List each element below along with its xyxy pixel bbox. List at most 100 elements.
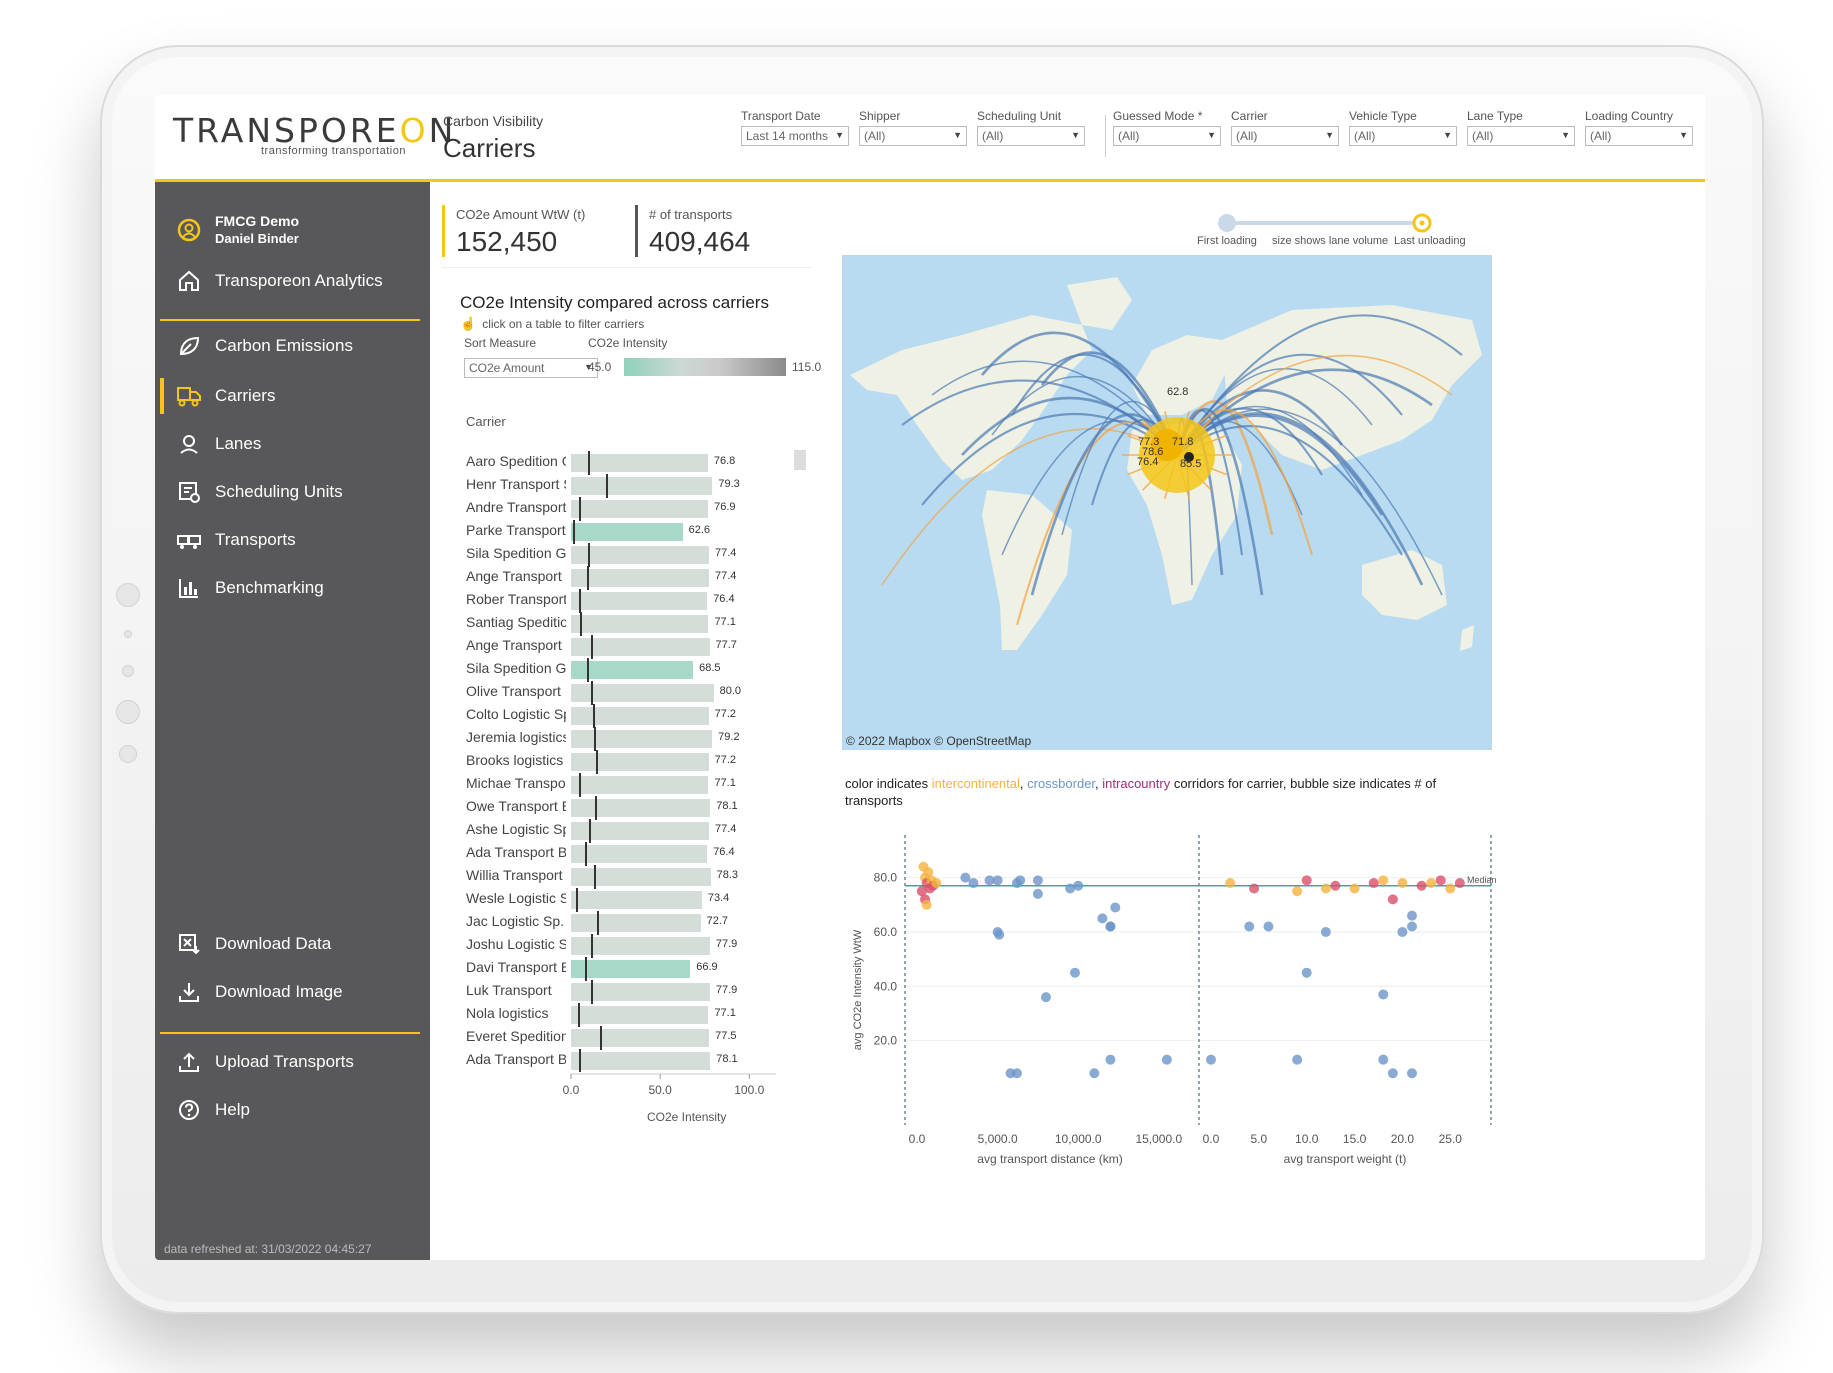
carrier-row[interactable]: Nola logistics 77.1: [466, 1002, 806, 1027]
carrier-bar[interactable]: [571, 569, 709, 587]
carrier-name: Brooks logistics: [466, 752, 564, 768]
scatter-point: [1454, 878, 1465, 889]
carrier-bar[interactable]: [571, 822, 709, 840]
scatter-chart[interactable]: avg CO2e Intensity WtW 20.0 40.0 60.0 80.0 Me…: [827, 815, 1497, 1253]
carrier-row[interactable]: Ashe Logistic Sp. 77.4: [466, 818, 806, 843]
carrier-bar[interactable]: [571, 730, 713, 748]
scatter-y-tick-label: 60.0: [874, 925, 898, 939]
scatter-point: [1407, 910, 1417, 921]
carrier-bar[interactable]: [571, 523, 683, 541]
filter-select[interactable]: (All) ▼: [1349, 126, 1457, 146]
carrier-bar[interactable]: [571, 592, 708, 610]
nav-transporeon-analytics[interactable]: Transporeon Analytics: [175, 267, 383, 295]
carrier-row[interactable]: Everet Spedition 77.5: [466, 1025, 806, 1050]
carrier-bar[interactable]: [571, 1006, 709, 1024]
carrier-bar[interactable]: [571, 845, 708, 863]
download-data-button[interactable]: Download Data: [175, 930, 331, 958]
carrier-row[interactable]: Willia Transport 78.3: [466, 864, 806, 889]
carrier-row[interactable]: Sila Spedition Gm 77.4: [466, 542, 806, 567]
carrier-bar[interactable]: [571, 891, 702, 909]
carrier-value-label: 77.1: [714, 616, 736, 628]
carrier-bar[interactable]: [571, 477, 713, 495]
carrier-row[interactable]: Colto Logistic Sp. 77.2: [466, 703, 806, 728]
nav-transports[interactable]: Transports: [175, 526, 296, 554]
legend-intercontinental[interactable]: intercontinental: [932, 776, 1020, 791]
scatter-point: [931, 878, 942, 889]
carrier-row[interactable]: Ange Transport L 77.7: [466, 634, 806, 659]
scatter-x-tick-label: 10.0: [1295, 1132, 1319, 1146]
carrier-bar[interactable]: [571, 753, 709, 771]
carrier-row[interactable]: Andre Transport 76.9: [466, 496, 806, 521]
carrier-bar[interactable]: [571, 914, 701, 932]
logo-tagline: transforming transportation: [261, 145, 406, 157]
user-icon: [175, 216, 203, 244]
carrier-row[interactable]: Ada Transport B.V 76.4: [466, 841, 806, 866]
carrier-row[interactable]: Jeremia logistics 79.2: [466, 726, 806, 751]
carrier-median-marker: [585, 842, 587, 866]
carrier-row[interactable]: Aaro Spedition Gr 76.8: [466, 450, 806, 475]
carrier-row[interactable]: Michae Transport 77.1: [466, 772, 806, 797]
carrier-bar[interactable]: [571, 707, 709, 725]
help-button[interactable]: Help: [175, 1096, 250, 1124]
carrier-bar[interactable]: [571, 1052, 711, 1070]
carrier-bar[interactable]: [571, 661, 694, 679]
legend-intracountry[interactable]: intracountry: [1102, 776, 1170, 791]
filter-select[interactable]: (All) ▼: [1113, 126, 1221, 146]
carrier-row[interactable]: Davi Transport B. 66.9: [466, 956, 806, 981]
filter-select[interactable]: (All) ▼: [1231, 126, 1339, 146]
carrier-bar[interactable]: [571, 799, 711, 817]
nav-carriers[interactable]: Carriers: [175, 382, 275, 410]
bar-axis-tick-label: 0.0: [563, 1083, 580, 1097]
carrier-bar[interactable]: [571, 776, 709, 794]
carrier-row[interactable]: Parke Transport L 62.6: [466, 519, 806, 544]
carrier-bar[interactable]: [571, 546, 709, 564]
filter-select[interactable]: (All) ▼: [859, 126, 967, 146]
carrier-row[interactable]: Sila Spedition Gm 68.5: [466, 657, 806, 682]
carrier-row[interactable]: Brooks logistics 77.2: [466, 749, 806, 774]
carrier-bar[interactable]: [571, 454, 708, 472]
scrollbar-thumb[interactable]: [794, 450, 806, 470]
carrier-bar[interactable]: [571, 615, 709, 633]
carrier-row[interactable]: Ange Transport L 77.4: [466, 565, 806, 590]
upload-transports-button[interactable]: Upload Transports: [175, 1048, 354, 1076]
filter-select[interactable]: (All) ▼: [1585, 126, 1693, 146]
carrier-name: Joshu Logistic Sp: [466, 936, 566, 952]
carrier-row[interactable]: Jac Logistic Sp. z 72.7: [466, 910, 806, 935]
sort-measure-select[interactable]: CO2e Amount ▼: [464, 358, 598, 378]
carrier-row[interactable]: Ada Transport B.V 78.1: [466, 1048, 806, 1072]
filter-select[interactable]: (All) ▼: [1467, 126, 1575, 146]
user-profile[interactable]: FMCG Demo Daniel Binder: [175, 212, 299, 248]
nav-benchmarking[interactable]: Benchmarking: [175, 574, 324, 602]
carrier-bar-list[interactable]: Aaro Spedition Gr 76.8 Henr Transport S 79.…: [466, 450, 806, 1072]
legend-crossborder[interactable]: crossborder: [1027, 776, 1095, 791]
lanes-map[interactable]: 62.8 77.3 78.6 76.4 85.5 71.8 © 2022 Map…: [842, 255, 1492, 750]
active-indicator: [160, 378, 164, 414]
carrier-name: Sila Spedition Gm: [466, 660, 566, 676]
nav-scheduling-units[interactable]: Scheduling Units: [175, 478, 343, 506]
carrier-row[interactable]: Santiag Spedition 77.1: [466, 611, 806, 636]
scatter-x-tick-label: 0.0: [909, 1132, 926, 1146]
carrier-row[interactable]: Olive Transport B 80.0: [466, 680, 806, 705]
carrier-bar[interactable]: [571, 960, 691, 978]
carrier-row[interactable]: Joshu Logistic Sp 77.9: [466, 933, 806, 958]
filter-transport-date: Transport Date Last 14 months ▼: [741, 109, 849, 146]
carrier-row[interactable]: Owe Transport B. 78.1: [466, 795, 806, 820]
kpi-panel: CO2e Amount WtW (t) 152,450 # of transpo…: [442, 195, 812, 268]
nav-lanes[interactable]: Lanes: [175, 430, 261, 458]
carrier-name: Ashe Logistic Sp.: [466, 821, 566, 837]
carrier-bar[interactable]: [571, 500, 709, 518]
carrier-bar[interactable]: [571, 868, 711, 886]
carrier-bar[interactable]: [571, 1029, 710, 1047]
nav-carbon-emissions[interactable]: Carbon Emissions: [175, 332, 353, 360]
carrier-row[interactable]: Luk Transport 77.9: [466, 979, 806, 1004]
filter-select[interactable]: (All) ▼: [977, 126, 1085, 146]
scatter-point: [1320, 926, 1331, 937]
carrier-row[interactable]: Henr Transport S 79.3: [466, 473, 806, 498]
download-image-button[interactable]: Download Image: [175, 978, 343, 1006]
scatter-x-tick-label: 20.0: [1391, 1132, 1415, 1146]
carrier-row[interactable]: Rober Transport I 76.4: [466, 588, 806, 613]
carrier-row[interactable]: Wesle Logistic Sp 73.4: [466, 887, 806, 912]
filter-select[interactable]: Last 14 months ▼: [741, 126, 849, 146]
slider-handle-start[interactable]: [1218, 214, 1236, 232]
carrier-value-label: 76.8: [713, 455, 736, 467]
